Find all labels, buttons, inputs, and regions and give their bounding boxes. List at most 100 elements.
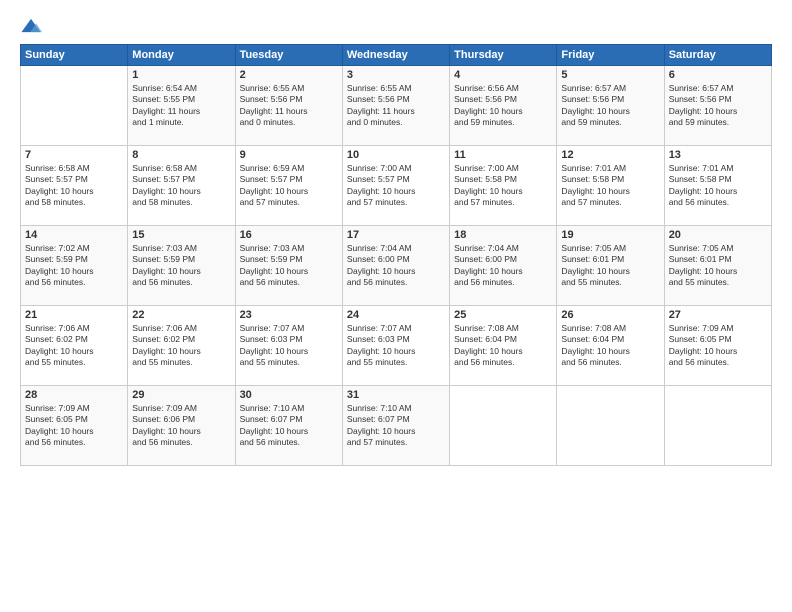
calendar-cell: 11 Sunrise: 7:00 AM Sunset: 5:58 PM Dayli… (450, 146, 557, 226)
day-number: 26 (561, 309, 659, 321)
cell-content: Sunrise: 6:54 AM Sunset: 5:55 PM Dayligh… (132, 83, 230, 129)
calendar-cell (21, 66, 128, 146)
calendar-cell: 5 Sunrise: 6:57 AM Sunset: 5:56 PM Daylig… (557, 66, 664, 146)
calendar-cell: 27 Sunrise: 7:09 AM Sunset: 6:05 PM Dayli… (664, 306, 771, 386)
day-number: 29 (132, 389, 230, 401)
cell-content: Sunrise: 7:00 AM Sunset: 5:58 PM Dayligh… (454, 163, 552, 209)
day-number: 31 (347, 389, 445, 401)
day-number: 19 (561, 229, 659, 241)
calendar-cell: 24Sunrise: 7:07 AM Sunset: 6:03 PM Dayli… (342, 306, 449, 386)
cell-content: Sunrise: 7:09 AM Sunset: 6:05 PM Dayligh… (25, 403, 123, 449)
day-number: 9 (240, 149, 338, 161)
day-number: 30 (240, 389, 338, 401)
day-number: 13 (669, 149, 767, 161)
calendar-cell: 7Sunrise: 6:58 AM Sunset: 5:57 PM Daylig… (21, 146, 128, 226)
cell-content: Sunrise: 7:06 AM Sunset: 6:02 PM Dayligh… (132, 323, 230, 369)
day-number: 6 (669, 69, 767, 81)
header-cell: Tuesday (235, 45, 342, 66)
header-cell: Wednesday (342, 45, 449, 66)
calendar-cell: 15 Sunrise: 7:03 AM Sunset: 5:59 PM Dayli… (128, 226, 235, 306)
day-number: 2 (240, 69, 338, 81)
calendar-cell: 29 Sunrise: 7:09 AM Sunset: 6:06 PM Dayli… (128, 386, 235, 466)
day-number: 14 (25, 229, 123, 241)
calendar-cell: 10 Sunrise: 7:00 AM Sunset: 5:57 PM Dayli… (342, 146, 449, 226)
calendar-cell: 2Sunrise: 6:55 AM Sunset: 5:56 PM Daylig… (235, 66, 342, 146)
day-number: 18 (454, 229, 552, 241)
cell-content: Sunrise: 6:55 AM Sunset: 5:56 PM Dayligh… (347, 83, 445, 129)
calendar-cell: 3 Sunrise: 6:55 AM Sunset: 5:56 PM Daylig… (342, 66, 449, 146)
calendar-cell: 8 Sunrise: 6:58 AM Sunset: 5:57 PM Daylig… (128, 146, 235, 226)
cell-content: Sunrise: 7:04 AM Sunset: 6:00 PM Dayligh… (454, 243, 552, 289)
cell-content: Sunrise: 7:08 AM Sunset: 6:04 PM Dayligh… (454, 323, 552, 369)
day-number: 5 (561, 69, 659, 81)
calendar-cell: 19 Sunrise: 7:05 AM Sunset: 6:01 PM Dayli… (557, 226, 664, 306)
day-number: 7 (25, 149, 123, 161)
cell-content: Sunrise: 7:04 AM Sunset: 6:00 PM Dayligh… (347, 243, 445, 289)
day-number: 22 (132, 309, 230, 321)
cell-content: Sunrise: 7:00 AM Sunset: 5:57 PM Dayligh… (347, 163, 445, 209)
cell-content: Sunrise: 7:07 AM Sunset: 6:03 PM Dayligh… (347, 323, 445, 369)
header-cell: Thursday (450, 45, 557, 66)
calendar-cell: 20 Sunrise: 7:05 AM Sunset: 6:01 PM Dayli… (664, 226, 771, 306)
cell-content: Sunrise: 7:08 AM Sunset: 6:04 PM Dayligh… (561, 323, 659, 369)
day-number: 17 (347, 229, 445, 241)
calendar-table: SundayMondayTuesdayWednesdayThursdayFrid… (20, 44, 772, 466)
header-cell: Monday (128, 45, 235, 66)
cell-content: Sunrise: 7:01 AM Sunset: 5:58 PM Dayligh… (669, 163, 767, 209)
cell-content: Sunrise: 6:58 AM Sunset: 5:57 PM Dayligh… (132, 163, 230, 209)
calendar-cell: 31 Sunrise: 7:10 AM Sunset: 6:07 PM Dayli… (342, 386, 449, 466)
day-number: 8 (132, 149, 230, 161)
cell-content: Sunrise: 7:09 AM Sunset: 6:05 PM Dayligh… (669, 323, 767, 369)
day-number: 21 (25, 309, 123, 321)
day-number: 11 (454, 149, 552, 161)
day-number: 25 (454, 309, 552, 321)
calendar-cell: 6 Sunrise: 6:57 AM Sunset: 5:56 PM Daylig… (664, 66, 771, 146)
cell-content: Sunrise: 6:56 AM Sunset: 5:56 PM Dayligh… (454, 83, 552, 129)
cell-content: Sunrise: 7:05 AM Sunset: 6:01 PM Dayligh… (669, 243, 767, 289)
cell-content: Sunrise: 6:57 AM Sunset: 5:56 PM Dayligh… (669, 83, 767, 129)
calendar-week-row: 28Sunrise: 7:09 AM Sunset: 6:05 PM Dayli… (21, 386, 772, 466)
calendar-cell: 26 Sunrise: 7:08 AM Sunset: 6:04 PM Dayli… (557, 306, 664, 386)
cell-content: Sunrise: 7:01 AM Sunset: 5:58 PM Dayligh… (561, 163, 659, 209)
day-number: 10 (347, 149, 445, 161)
header (20, 16, 772, 38)
day-number: 23 (240, 309, 338, 321)
cell-content: Sunrise: 6:59 AM Sunset: 5:57 PM Dayligh… (240, 163, 338, 209)
calendar-cell: 22 Sunrise: 7:06 AM Sunset: 6:02 PM Dayli… (128, 306, 235, 386)
calendar-page: SundayMondayTuesdayWednesdayThursdayFrid… (0, 0, 792, 612)
day-number: 15 (132, 229, 230, 241)
calendar-header: SundayMondayTuesdayWednesdayThursdayFrid… (21, 45, 772, 66)
day-number: 1 (132, 69, 230, 81)
day-number: 20 (669, 229, 767, 241)
cell-content: Sunrise: 7:06 AM Sunset: 6:02 PM Dayligh… (25, 323, 123, 369)
cell-content: Sunrise: 7:10 AM Sunset: 6:07 PM Dayligh… (347, 403, 445, 449)
cell-content: Sunrise: 7:07 AM Sunset: 6:03 PM Dayligh… (240, 323, 338, 369)
cell-content: Sunrise: 7:05 AM Sunset: 6:01 PM Dayligh… (561, 243, 659, 289)
calendar-cell: 28Sunrise: 7:09 AM Sunset: 6:05 PM Dayli… (21, 386, 128, 466)
day-number: 4 (454, 69, 552, 81)
calendar-cell (664, 386, 771, 466)
calendar-cell: 14Sunrise: 7:02 AM Sunset: 5:59 PM Dayli… (21, 226, 128, 306)
calendar-cell: 12 Sunrise: 7:01 AM Sunset: 5:58 PM Dayli… (557, 146, 664, 226)
logo (20, 16, 46, 38)
day-number: 12 (561, 149, 659, 161)
calendar-cell: 25 Sunrise: 7:08 AM Sunset: 6:04 PM Dayli… (450, 306, 557, 386)
cell-content: Sunrise: 7:03 AM Sunset: 5:59 PM Dayligh… (132, 243, 230, 289)
cell-content: Sunrise: 7:03 AM Sunset: 5:59 PM Dayligh… (240, 243, 338, 289)
calendar-cell: 9 Sunrise: 6:59 AM Sunset: 5:57 PM Daylig… (235, 146, 342, 226)
day-number: 3 (347, 69, 445, 81)
cell-content: Sunrise: 6:57 AM Sunset: 5:56 PM Dayligh… (561, 83, 659, 129)
header-cell: Sunday (21, 45, 128, 66)
day-number: 27 (669, 309, 767, 321)
header-row: SundayMondayTuesdayWednesdayThursdayFrid… (21, 45, 772, 66)
calendar-week-row: 7 Sunrise: 6:58 AM Sunset: 5:57 PM Daylig… (21, 146, 772, 226)
cell-content: Sunrise: 7:09 AM Sunset: 6:06 PM Dayligh… (132, 403, 230, 449)
header-cell: Saturday (664, 45, 771, 66)
calendar-cell: 30Sunrise: 7:10 AM Sunset: 6:07 PM Dayli… (235, 386, 342, 466)
logo-icon (20, 16, 42, 38)
calendar-cell (450, 386, 557, 466)
calendar-cell: 1 Sunrise: 6:54 AM Sunset: 5:55 PM Daylig… (128, 66, 235, 146)
calendar-cell (557, 386, 664, 466)
calendar-cell: 13 Sunrise: 7:01 AM Sunset: 5:58 PM Dayli… (664, 146, 771, 226)
calendar-cell: 17 Sunrise: 7:04 AM Sunset: 6:00 PM Dayli… (342, 226, 449, 306)
